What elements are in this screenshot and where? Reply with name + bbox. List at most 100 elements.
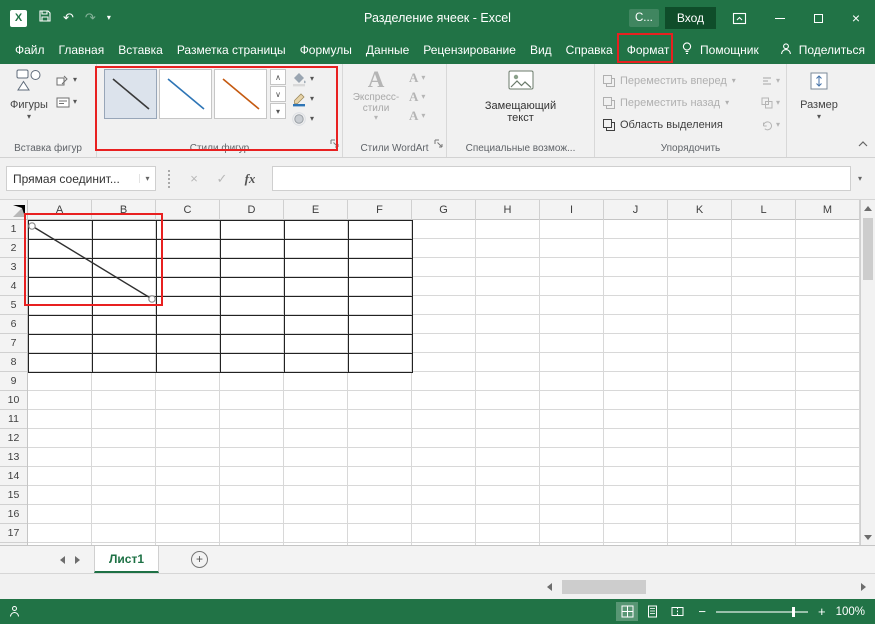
- ribbon-tab-review[interactable]: Рецензирование: [416, 36, 523, 64]
- horizontal-scrollbar[interactable]: [540, 577, 872, 597]
- shape-handle-start[interactable]: [28, 222, 36, 230]
- tellme-label[interactable]: Помощник: [700, 43, 759, 57]
- formula-bar-expand-icon[interactable]: ▾: [851, 174, 869, 183]
- account-chip[interactable]: С...: [628, 9, 659, 27]
- column-header-F[interactable]: F: [348, 200, 412, 220]
- ribbon-tab-insert[interactable]: Вставка: [111, 36, 170, 64]
- share-button[interactable]: Поделиться: [799, 43, 865, 57]
- sign-in-button[interactable]: Вход: [664, 7, 716, 29]
- shape-outline-button[interactable]: ▾: [291, 90, 314, 107]
- line-style-black[interactable]: [104, 69, 157, 119]
- row-header-13[interactable]: 13: [0, 448, 27, 467]
- zoom-in-button[interactable]: +: [818, 605, 826, 618]
- shapes-button[interactable]: Фигуры ▾: [6, 68, 52, 121]
- formula-bar-splitter[interactable]: [168, 169, 172, 188]
- qat-customize-icon[interactable]: ▾: [107, 14, 111, 22]
- zoom-out-button[interactable]: −: [698, 605, 706, 618]
- column-header-H[interactable]: H: [476, 200, 540, 220]
- line-style-blue[interactable]: [159, 69, 212, 119]
- row-header-12[interactable]: 12: [0, 429, 27, 448]
- ribbon-tab-home[interactable]: Главная: [52, 36, 112, 64]
- select-all-corner[interactable]: [0, 200, 28, 220]
- minimize-button[interactable]: [761, 0, 799, 36]
- column-header-G[interactable]: G: [412, 200, 476, 220]
- collapse-ribbon-icon[interactable]: [857, 135, 869, 153]
- sheet-tab-active[interactable]: Лист1: [94, 546, 160, 573]
- save-icon[interactable]: [38, 9, 52, 28]
- column-header-D[interactable]: D: [220, 200, 284, 220]
- page-break-view-icon[interactable]: [666, 602, 688, 621]
- column-header-A[interactable]: A: [28, 200, 92, 220]
- ribbon-tab-help[interactable]: Справка: [559, 36, 620, 64]
- gallery-down-icon[interactable]: ∨: [270, 86, 286, 102]
- next-sheet-icon[interactable]: [75, 555, 80, 564]
- alt-text-button[interactable]: Замещающий текст: [475, 70, 567, 124]
- column-header-C[interactable]: C: [156, 200, 220, 220]
- horizontal-scroll-thumb[interactable]: [562, 580, 646, 594]
- row-header-2[interactable]: 2: [0, 239, 27, 258]
- vertical-scrollbar[interactable]: [860, 200, 875, 545]
- column-header-K[interactable]: K: [668, 200, 732, 220]
- vertical-scroll-thumb[interactable]: [863, 218, 873, 280]
- column-header-B[interactable]: B: [92, 200, 156, 220]
- name-box[interactable]: Прямая соединит... ▾: [6, 166, 156, 191]
- close-button[interactable]: ×: [837, 0, 875, 36]
- row-header-15[interactable]: 15: [0, 486, 27, 505]
- scroll-left-icon[interactable]: [540, 577, 558, 597]
- row-header-14[interactable]: 14: [0, 467, 27, 486]
- undo-icon[interactable]: ↶: [63, 0, 74, 36]
- ribbon-display-options-icon[interactable]: [732, 11, 747, 26]
- maximize-button[interactable]: [799, 0, 837, 36]
- page-layout-view-icon[interactable]: [641, 602, 663, 621]
- edit-shape-button[interactable]: ▾: [56, 73, 77, 87]
- insert-function-button[interactable]: fx: [236, 171, 264, 187]
- shape-handle-end[interactable]: [148, 295, 156, 303]
- ribbon-tab-formulas[interactable]: Формулы: [293, 36, 359, 64]
- zoom-slider[interactable]: [715, 606, 808, 617]
- line-style-orange[interactable]: [214, 69, 267, 119]
- connector-line-shape[interactable]: [28, 220, 168, 312]
- row-header-6[interactable]: 6: [0, 315, 27, 334]
- gallery-more-icon[interactable]: ▾: [270, 103, 286, 119]
- scroll-right-icon[interactable]: [854, 577, 872, 597]
- formula-input[interactable]: [272, 166, 851, 191]
- ribbon-tab-data[interactable]: Данные: [359, 36, 416, 64]
- row-header-5[interactable]: 5: [0, 296, 27, 315]
- name-box-caret-icon[interactable]: ▾: [139, 174, 155, 183]
- column-header-I[interactable]: I: [540, 200, 604, 220]
- zoom-level[interactable]: 100%: [836, 606, 865, 618]
- row-header-7[interactable]: 7: [0, 334, 27, 353]
- horizontal-scroll-track[interactable]: [558, 577, 854, 597]
- row-header-17[interactable]: 17: [0, 524, 27, 543]
- zoom-slider-thumb[interactable]: [791, 606, 795, 617]
- shape-fill-button[interactable]: ▾: [291, 70, 314, 87]
- column-header-E[interactable]: E: [284, 200, 348, 220]
- previous-sheet-icon[interactable]: [60, 555, 65, 564]
- selection-pane-button[interactable]: Область выделения: [603, 116, 759, 133]
- shape-styles-dialog-launcher-icon[interactable]: [330, 135, 339, 153]
- ribbon-tab-format[interactable]: Формат: [620, 36, 677, 64]
- add-sheet-button[interactable]: +: [191, 551, 209, 568]
- normal-view-icon[interactable]: [616, 602, 639, 621]
- column-header-M[interactable]: M: [796, 200, 860, 220]
- row-header-8[interactable]: 8: [0, 353, 27, 372]
- grid-cells[interactable]: [28, 220, 860, 545]
- size-button[interactable]: Размер ▾: [787, 64, 851, 121]
- row-header-10[interactable]: 10: [0, 391, 27, 410]
- ribbon-tab-view[interactable]: Вид: [523, 36, 559, 64]
- shape-effects-button[interactable]: ▾: [291, 110, 314, 127]
- row-header-11[interactable]: 11: [0, 410, 27, 429]
- wordart-dialog-launcher-icon[interactable]: [434, 135, 443, 153]
- row-header-9[interactable]: 9: [0, 372, 27, 391]
- row-header-1[interactable]: 1: [0, 220, 27, 239]
- row-header-3[interactable]: 3: [0, 258, 27, 277]
- ribbon-tab-page-layout[interactable]: Разметка страницы: [170, 36, 293, 64]
- scroll-up-icon[interactable]: [861, 200, 875, 216]
- column-header-L[interactable]: L: [732, 200, 796, 220]
- status-icon[interactable]: [8, 605, 21, 618]
- row-header-16[interactable]: 16: [0, 505, 27, 524]
- ribbon-tab-file[interactable]: Файл: [8, 36, 52, 64]
- gallery-up-icon[interactable]: ∧: [270, 69, 286, 85]
- row-header-4[interactable]: 4: [0, 277, 27, 296]
- text-box-button[interactable]: ▾: [56, 95, 77, 109]
